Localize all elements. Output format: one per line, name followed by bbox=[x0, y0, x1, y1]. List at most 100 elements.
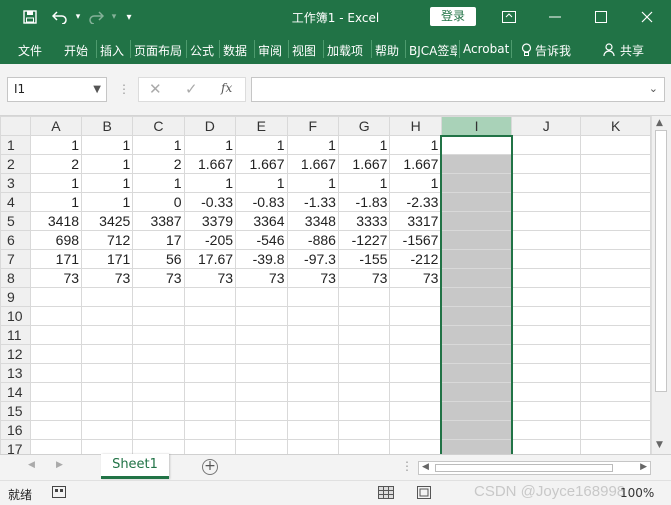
cell-e2[interactable]: 1.667 bbox=[235, 154, 288, 174]
cell-i3[interactable] bbox=[440, 173, 513, 193]
cell-i8[interactable] bbox=[440, 268, 513, 288]
cell-e6[interactable]: -546 bbox=[235, 230, 288, 250]
page-layout-view-icon[interactable] bbox=[417, 486, 431, 502]
cell-g1[interactable]: 1 bbox=[337, 135, 391, 155]
cell-a16[interactable] bbox=[29, 420, 83, 440]
cell-d10[interactable] bbox=[183, 306, 237, 326]
cell-b8[interactable]: 73 bbox=[81, 268, 134, 288]
row-header[interactable]: 5 bbox=[0, 211, 31, 231]
cell-a12[interactable] bbox=[29, 344, 83, 364]
cell-i17[interactable] bbox=[440, 439, 513, 454]
cell-g11[interactable] bbox=[337, 325, 391, 345]
cell-f1[interactable]: 1 bbox=[286, 135, 339, 155]
cell-k3[interactable] bbox=[580, 173, 651, 193]
tab-bjca[interactable]: BJCA签章 bbox=[409, 42, 457, 59]
cell-i6[interactable] bbox=[440, 230, 513, 250]
row-header[interactable]: 6 bbox=[0, 230, 31, 250]
cell-c13[interactable] bbox=[132, 363, 185, 383]
drag-handle-icon[interactable]: ⋮ bbox=[118, 82, 130, 96]
tell-me-search[interactable]: 告诉我 bbox=[521, 42, 571, 59]
cell-g9[interactable] bbox=[337, 287, 391, 307]
cell-i15[interactable] bbox=[440, 401, 513, 421]
cell-c12[interactable] bbox=[132, 344, 185, 364]
cell-k17[interactable] bbox=[580, 439, 651, 454]
row-header[interactable]: 9 bbox=[0, 287, 31, 307]
cell-g10[interactable] bbox=[337, 306, 391, 326]
cell-h6[interactable]: -1567 bbox=[389, 230, 442, 250]
cell-k4[interactable] bbox=[580, 192, 651, 212]
cell-k11[interactable] bbox=[580, 325, 651, 345]
scroll-down-icon[interactable]: ▼ bbox=[656, 440, 663, 450]
cell-b14[interactable] bbox=[81, 382, 134, 402]
tab-view[interactable]: 视图 bbox=[292, 42, 320, 59]
cell-i2[interactable] bbox=[440, 154, 513, 174]
cell-k12[interactable] bbox=[580, 344, 651, 364]
cell-k15[interactable] bbox=[580, 401, 651, 421]
cell-b16[interactable] bbox=[81, 420, 134, 440]
cell-k9[interactable] bbox=[580, 287, 651, 307]
cell-d8[interactable]: 73 bbox=[183, 268, 237, 288]
column-header-a[interactable]: A bbox=[29, 116, 83, 136]
cell-d7[interactable]: 17.67 bbox=[183, 249, 237, 269]
cell-b2[interactable]: 1 bbox=[81, 154, 134, 174]
cell-e12[interactable] bbox=[235, 344, 288, 364]
cell-d16[interactable] bbox=[183, 420, 237, 440]
minimize-icon[interactable] bbox=[532, 0, 578, 34]
cell-h3[interactable]: 1 bbox=[389, 173, 442, 193]
cell-e14[interactable] bbox=[235, 382, 288, 402]
cell-d2[interactable]: 1.667 bbox=[183, 154, 237, 174]
cell-j1[interactable] bbox=[511, 135, 582, 155]
cell-e11[interactable] bbox=[235, 325, 288, 345]
macro-record-icon[interactable] bbox=[52, 486, 66, 501]
cell-f14[interactable] bbox=[286, 382, 339, 402]
close-icon[interactable] bbox=[624, 0, 670, 34]
cell-d4[interactable]: -0.33 bbox=[183, 192, 237, 212]
column-header-h[interactable]: H bbox=[389, 116, 442, 136]
cell-k5[interactable] bbox=[580, 211, 651, 231]
cell-k13[interactable] bbox=[580, 363, 651, 383]
cell-b7[interactable]: 171 bbox=[81, 249, 134, 269]
split-handle-icon[interactable]: ⋮ bbox=[401, 459, 413, 473]
cell-f10[interactable] bbox=[286, 306, 339, 326]
cell-g4[interactable]: -1.83 bbox=[337, 192, 391, 212]
cell-f15[interactable] bbox=[286, 401, 339, 421]
cell-a10[interactable] bbox=[29, 306, 83, 326]
cell-h5[interactable]: 3317 bbox=[389, 211, 442, 231]
cell-a7[interactable]: 171 bbox=[29, 249, 83, 269]
cell-e5[interactable]: 3364 bbox=[235, 211, 288, 231]
row-header[interactable]: 13 bbox=[0, 363, 31, 383]
tab-review[interactable]: 审阅 bbox=[258, 42, 286, 59]
zoom-level[interactable]: 100% bbox=[620, 486, 654, 500]
cell-e10[interactable] bbox=[235, 306, 288, 326]
tab-acrobat[interactable]: Acrobat bbox=[463, 42, 509, 56]
vertical-scrollbar[interactable]: ▲ ▼ bbox=[651, 116, 671, 454]
cell-b9[interactable] bbox=[81, 287, 134, 307]
cell-c6[interactable]: 17 bbox=[132, 230, 185, 250]
scroll-right-icon[interactable]: ▶ bbox=[640, 462, 647, 472]
enter-check-icon[interactable]: ✓ bbox=[185, 80, 198, 98]
cell-a9[interactable] bbox=[29, 287, 83, 307]
chevron-down-icon[interactable]: ▼ bbox=[93, 78, 101, 101]
row-header[interactable]: 3 bbox=[0, 173, 31, 193]
cell-g3[interactable]: 1 bbox=[337, 173, 391, 193]
share-button[interactable]: 共享 bbox=[603, 42, 644, 59]
cell-a13[interactable] bbox=[29, 363, 83, 383]
tab-formulas[interactable]: 公式 bbox=[190, 42, 218, 59]
scroll-thumb[interactable] bbox=[655, 130, 667, 392]
cell-g8[interactable]: 73 bbox=[337, 268, 391, 288]
cell-j5[interactable] bbox=[511, 211, 582, 231]
row-header[interactable]: 17 bbox=[0, 439, 31, 454]
add-sheet-button[interactable]: + bbox=[202, 459, 218, 475]
cell-c5[interactable]: 3387 bbox=[132, 211, 185, 231]
cell-b12[interactable] bbox=[81, 344, 134, 364]
cell-j13[interactable] bbox=[511, 363, 582, 383]
row-header[interactable]: 1 bbox=[0, 135, 31, 155]
column-header-d[interactable]: D bbox=[183, 116, 237, 136]
row-header[interactable]: 4 bbox=[0, 192, 31, 212]
cell-j10[interactable] bbox=[511, 306, 582, 326]
tab-data[interactable]: 数据 bbox=[223, 42, 251, 59]
cell-c4[interactable]: 0 bbox=[132, 192, 185, 212]
cell-d13[interactable] bbox=[183, 363, 237, 383]
row-header[interactable]: 7 bbox=[0, 249, 31, 269]
cell-c16[interactable] bbox=[132, 420, 185, 440]
